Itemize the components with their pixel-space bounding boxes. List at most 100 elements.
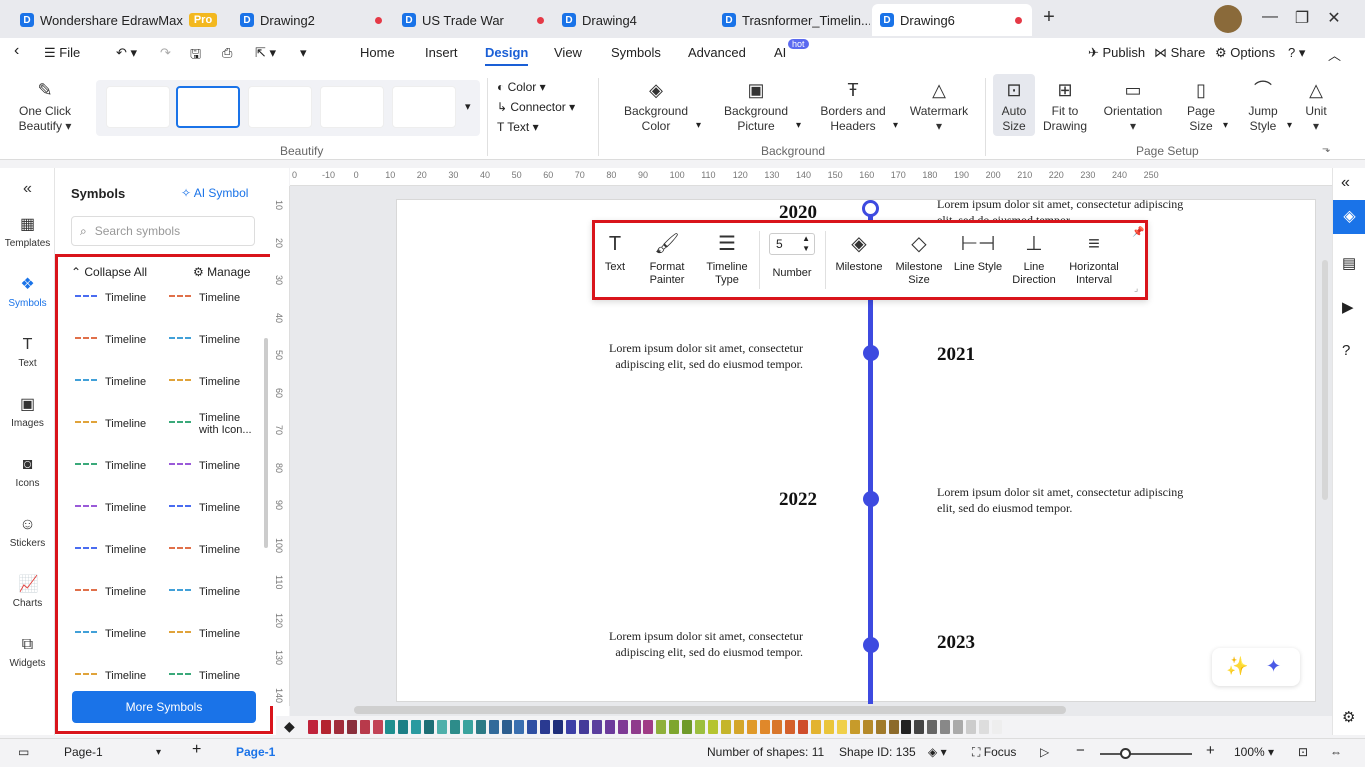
menu-view[interactable]: View [554,45,582,60]
dialog-launcher-icon[interactable]: ⬎ [1322,144,1330,155]
color-swatch[interactable] [914,720,925,734]
color-swatch[interactable] [424,720,435,734]
color-swatch[interactable] [953,720,963,734]
color-swatch[interactable] [462,720,473,734]
color-swatch[interactable] [991,720,1002,734]
page-size-button[interactable]: ▯ Page Size [1180,80,1222,134]
redo-icon[interactable]: ↷ [160,45,171,61]
color-swatch[interactable] [540,720,551,734]
chevron-down-icon[interactable]: ▾ [1287,120,1292,131]
background-picture-button[interactable]: ▣ Background Picture [718,80,794,134]
color-swatch[interactable] [901,720,912,734]
menu-home[interactable]: Home [360,45,395,60]
zoom-slider[interactable] [1100,753,1192,755]
zoom-slider-handle[interactable] [1120,748,1131,759]
jump-style-button[interactable]: ⌒ Jump Style [1240,80,1286,134]
color-swatch[interactable] [733,720,744,734]
timeline-text-2022[interactable]: Lorem ipsum dolor sit amet, consectetur … [937,484,1187,516]
presentation-icon[interactable]: ▶ [1342,298,1354,316]
color-swatch[interactable] [385,720,396,734]
search-input[interactable]: ⌕ Search symbols [71,216,255,246]
minimize-icon[interactable]: — [1260,8,1280,26]
layers-icon[interactable]: ◈ ▾ [928,745,947,759]
color-swatch[interactable] [488,720,499,734]
sidebar-item-widgets[interactable]: ⧉ Widgets [0,636,55,669]
color-swatch[interactable] [617,720,628,734]
milestone-2021[interactable] [863,345,879,361]
color-swatch[interactable] [578,720,589,734]
publish-button[interactable]: ✈ Publish [1088,45,1145,61]
ai-magic-icon[interactable]: ✨ [1226,656,1248,677]
color-swatch[interactable] [862,720,873,734]
year-2021[interactable]: 2021 [937,344,975,366]
color-swatch[interactable] [785,720,796,734]
color-swatch[interactable] [475,720,486,734]
color-swatch[interactable] [836,720,847,734]
beautify-style-4[interactable] [320,86,384,128]
color-swatch[interactable] [965,720,976,734]
color-swatch[interactable] [437,720,447,734]
color-swatch[interactable] [682,720,693,734]
milestone-2022[interactable] [863,491,879,507]
menu-ai[interactable]: AI hot [774,39,809,60]
menu-advanced[interactable]: Advanced [688,45,746,60]
expand-panel-icon[interactable]: « [1341,174,1350,192]
style-panel-icon[interactable]: ◈ [1333,200,1365,234]
collapse-sidebar-icon[interactable]: « [0,180,55,198]
color-swatch[interactable] [811,720,822,734]
color-swatch[interactable] [875,720,886,734]
chevron-down-icon[interactable]: ▾ [1223,120,1228,131]
timeline-start-handle[interactable] [862,200,879,217]
ai-symbol-button[interactable]: ✧ AI Symbol [181,186,248,200]
year-2023[interactable]: 2023 [937,632,975,654]
borders-headers-button[interactable]: Ŧ Borders and Headers [816,80,890,134]
tab-drawing2[interactable]: D Drawing2 [232,4,392,36]
milestone-2023[interactable] [863,637,879,653]
page-panel-icon[interactable]: ▤ [1342,254,1356,272]
color-swatch[interactable] [656,720,667,734]
vertical-scrollbar[interactable] [1322,260,1328,500]
avatar[interactable] [1214,5,1242,33]
color-swatch[interactable] [604,720,615,734]
settings-gear-icon[interactable]: ⚙ [1342,708,1355,726]
text-dropdown[interactable]: T Text ▾ [497,120,539,134]
color-swatch[interactable] [359,720,370,734]
play-icon[interactable]: ▷ [1040,745,1049,759]
fullscreen-icon[interactable]: ⇔ [1330,745,1342,759]
watermark-button[interactable]: △ Watermark ▾ [906,80,972,134]
milestone-size-tool[interactable]: ◇ Milestone Size [891,233,947,287]
color-swatch[interactable] [411,720,422,734]
back-icon[interactable]: ‹ [14,42,19,60]
color-swatch[interactable] [553,720,564,734]
color-swatch[interactable] [720,720,731,734]
number-stepper[interactable]: 5 ▲ ▼ [769,233,815,255]
fit-page-icon[interactable]: ⊡ [1298,745,1308,759]
color-swatch[interactable] [772,720,783,734]
file-menu[interactable]: ☰ File [44,45,80,61]
color-swatch[interactable] [514,720,525,734]
zoom-in-icon[interactable]: + [1206,742,1215,759]
fit-to-drawing-button[interactable]: ⊞ Fit to Drawing [1040,80,1090,134]
color-swatch[interactable] [888,720,899,734]
color-dropdown[interactable]: ◐ Color ▾ [497,80,546,94]
help-icon[interactable]: ? ▾ [1288,45,1305,61]
print-icon[interactable]: ⎙ [222,45,232,61]
zoom-out-icon[interactable]: − [1076,742,1085,759]
color-swatch[interactable] [449,720,460,734]
background-color-button[interactable]: ◈ Background Color [618,80,694,134]
color-swatch[interactable] [940,720,951,734]
collapse-ribbon-icon[interactable]: ︿ [1328,45,1341,64]
one-click-beautify-button[interactable]: ✎ One Click Beautify ▾ [10,80,80,134]
sidebar-item-icons[interactable]: ◙ Icons [0,456,55,489]
ai-sparkle-icon[interactable]: ✦ [1266,656,1281,677]
line-style-tool[interactable]: ⊢⊣ Line Style [951,233,1005,274]
more-icon[interactable]: ▾ [300,45,307,61]
undo-icon[interactable]: ↶ ▾ [116,45,137,61]
color-swatch[interactable] [527,720,538,734]
color-swatch[interactable] [746,720,757,734]
sidebar-item-symbols[interactable]: ❖ Symbols [0,276,55,309]
color-swatch[interactable] [346,720,357,734]
resize-corner-icon[interactable]: ⌟ [1134,283,1138,294]
color-swatch[interactable] [759,720,770,734]
color-swatch[interactable] [824,720,834,734]
